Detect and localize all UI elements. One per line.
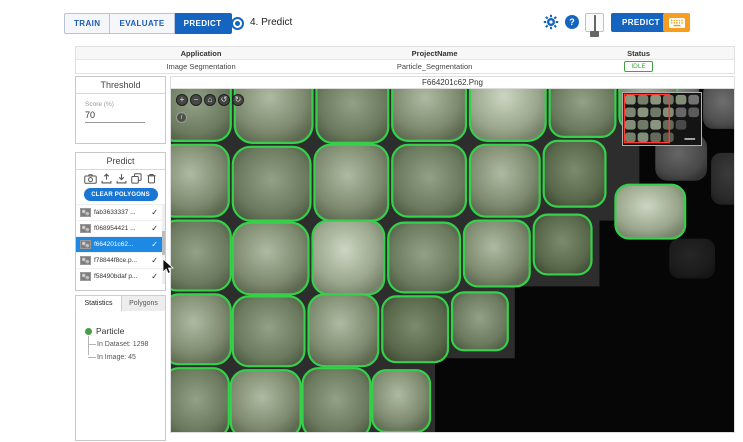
file-thumbnail — [80, 224, 91, 233]
minimap[interactable] — [622, 92, 702, 146]
statistics-panel: Particle In Dataset: 1298 In Image: 45 — [75, 311, 166, 441]
threshold-title: Threshold — [76, 77, 165, 94]
col-projectname: ProjectName — [326, 49, 543, 58]
list-item[interactable]: f78844f8ce.p... ✓ — [76, 253, 165, 269]
radio-dot-icon — [235, 21, 240, 26]
status-badge: IDLE — [624, 61, 652, 72]
image-viewer: F664201c62.Png — [170, 76, 735, 433]
file-name: f78844f8ce.p... — [94, 257, 148, 264]
class-stats-tree: In Dataset: 1298 In Image: 45 — [88, 338, 165, 364]
check-icon: ✓ — [151, 256, 158, 265]
camera-icon[interactable] — [84, 174, 97, 184]
tab-statistics[interactable]: Statistics — [75, 295, 122, 312]
mode-tabs: TRAIN EVALUATE PREDICT — [64, 13, 232, 34]
tab-polygons[interactable]: Polygons — [122, 295, 166, 312]
download-icon[interactable] — [116, 173, 127, 184]
tab-evaluate[interactable]: EVALUATE — [110, 13, 174, 34]
check-icon: ✓ — [151, 208, 158, 217]
file-name: f068954421 ... — [94, 225, 148, 232]
check-icon: ✓ — [151, 272, 158, 281]
viewer-canvas[interactable]: + − ⌂ ↺ ↻ i — [170, 89, 735, 433]
file-name: f664201c62... — [94, 241, 148, 248]
list-item[interactable]: f068954421 ... ✓ — [76, 221, 165, 237]
file-thumbnail — [80, 208, 91, 217]
class-color-dot — [85, 328, 92, 335]
step-label: 4. Predict — [250, 17, 292, 28]
home-icon[interactable]: ⌂ — [204, 94, 216, 106]
project-table-header: Application ProjectName Status — [76, 47, 734, 60]
keyboard-button[interactable] — [663, 13, 690, 32]
project-table: Application ProjectName Status Image Seg… — [75, 46, 735, 74]
lock-button[interactable] — [585, 13, 604, 32]
predict-panel: Predict — [75, 152, 166, 291]
app-root: TRAIN EVALUATE PREDICT 4. Predict ? PRED… — [0, 0, 743, 442]
score-label: Score (%) — [85, 101, 165, 108]
stat-in-image: In Image: 45 — [97, 351, 165, 364]
file-list-scrollbar[interactable] — [162, 205, 165, 284]
file-thumbnail — [80, 272, 91, 281]
predict-title: Predict — [76, 153, 165, 170]
list-item-selected[interactable]: f664201c62... ✓ — [76, 237, 165, 253]
copy-plus-icon[interactable] — [131, 173, 142, 184]
file-thumbnail — [80, 240, 91, 249]
class-legend: Particle — [85, 326, 165, 336]
score-input[interactable]: 70 — [85, 110, 145, 123]
stat-in-dataset: In Dataset: 1298 — [97, 338, 165, 351]
rotate-right-icon[interactable]: ↻ — [232, 94, 244, 106]
clear-polygons-button[interactable]: CLEAR POLYGONS — [84, 188, 158, 201]
cell-application: Image Segmentation — [76, 62, 326, 71]
zoom-in-icon[interactable]: + — [176, 94, 188, 106]
cell-status: IDLE — [543, 61, 734, 72]
trash-icon[interactable] — [146, 173, 157, 184]
image-filename: F664201c62.Png — [170, 76, 735, 89]
scrollbar-thumb[interactable] — [162, 231, 165, 255]
lock-icon — [594, 15, 596, 31]
predict-button[interactable]: PREDICT — [611, 13, 671, 32]
list-item[interactable]: fab3633337 ... ✓ — [76, 205, 165, 221]
col-application: Application — [76, 49, 326, 58]
zoom-out-icon[interactable]: − — [190, 94, 202, 106]
info-icon[interactable]: i — [176, 112, 187, 123]
class-name: Particle — [96, 326, 124, 336]
check-icon: ✓ — [151, 224, 158, 233]
prediction-file-list: fab3633337 ... ✓ f068954421 ... ✓ f66420… — [76, 204, 165, 284]
table-row[interactable]: Image Segmentation Particle_Segmentation… — [76, 60, 734, 73]
tab-predict[interactable]: PREDICT — [175, 13, 232, 34]
stats-tabs: Statistics Polygons — [75, 295, 166, 312]
file-thumbnail — [80, 256, 91, 265]
step-radio[interactable] — [231, 17, 244, 30]
threshold-panel: Threshold Score (%) 70 — [75, 76, 166, 144]
upload-icon[interactable] — [101, 173, 112, 184]
keyboard-icon — [669, 18, 685, 28]
cell-projectname: Particle_Segmentation — [326, 62, 543, 71]
help-icon[interactable]: ? — [565, 15, 579, 29]
file-name: fab3633337 ... — [94, 209, 148, 216]
check-icon: ✓ — [151, 240, 158, 249]
tab-train[interactable]: TRAIN — [64, 13, 110, 34]
file-name: f58490bdaf p... — [94, 273, 148, 280]
settings-gear-icon[interactable] — [543, 14, 559, 30]
col-status: Status — [543, 49, 734, 58]
predict-toolbar — [76, 170, 165, 186]
viewer-zoom-controls: + − ⌂ ↺ ↻ — [176, 94, 244, 106]
rotate-left-icon[interactable]: ↺ — [218, 94, 230, 106]
list-item[interactable]: f58490bdaf p... ✓ — [76, 269, 165, 284]
